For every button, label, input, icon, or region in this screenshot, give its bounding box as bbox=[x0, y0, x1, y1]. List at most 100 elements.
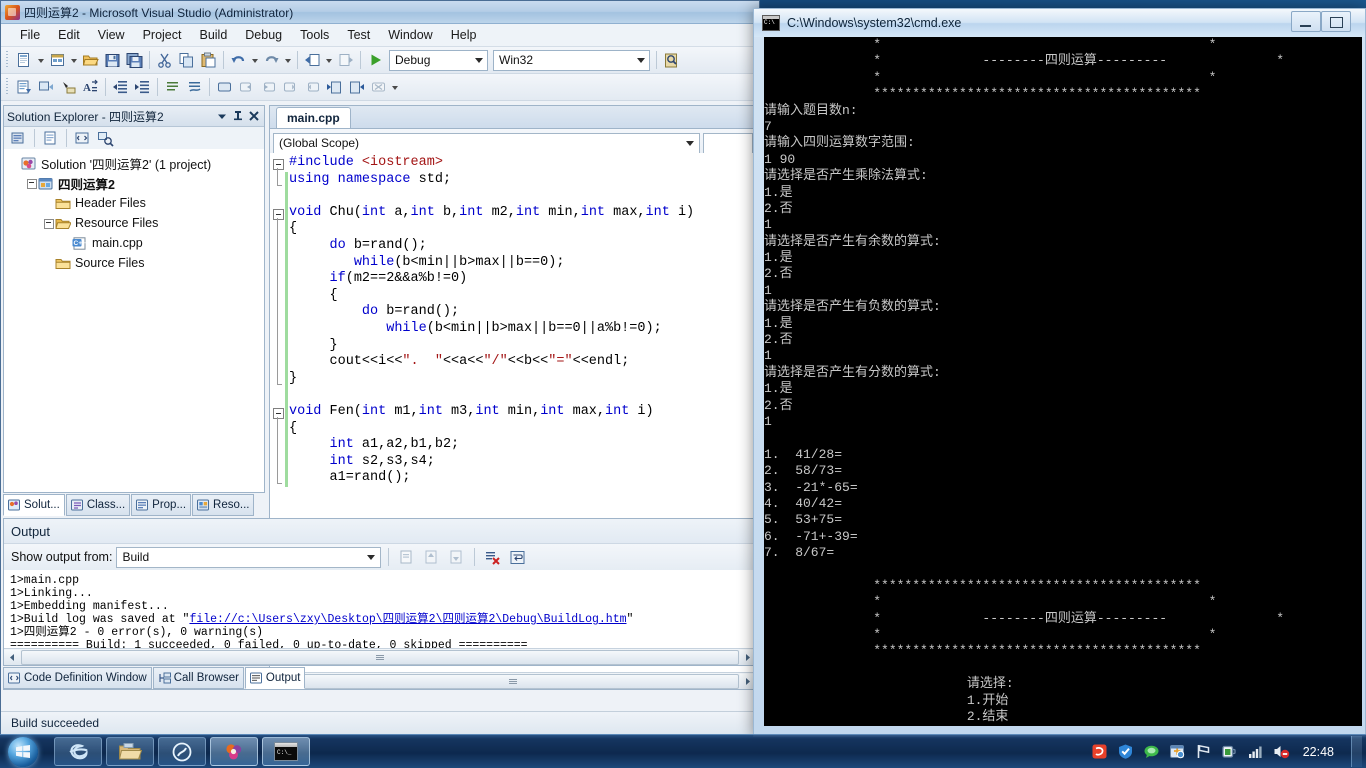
redo-icon[interactable] bbox=[261, 50, 282, 71]
fold-collapse-icon[interactable] bbox=[273, 159, 284, 170]
navigate-forward-icon[interactable] bbox=[335, 50, 356, 71]
minimize-button[interactable] bbox=[1291, 11, 1321, 32]
properties-window-icon[interactable] bbox=[8, 128, 29, 149]
uncomment-selection-icon[interactable] bbox=[184, 77, 205, 98]
previous-bookmark-in-document-icon[interactable] bbox=[324, 77, 345, 98]
scrollbar-thumb[interactable] bbox=[21, 649, 739, 665]
undo-dropdown-icon[interactable] bbox=[250, 50, 260, 71]
view-code-icon[interactable] bbox=[72, 128, 93, 149]
auto-hide-pin-icon[interactable] bbox=[231, 109, 245, 123]
tree-item-5[interactable]: Source Files bbox=[8, 253, 264, 273]
configuration-combo[interactable]: Debug bbox=[389, 49, 488, 71]
member-combo[interactable] bbox=[703, 132, 753, 154]
security-shield-icon[interactable] bbox=[1117, 743, 1134, 760]
paste-icon[interactable] bbox=[198, 50, 219, 71]
parameter-info-icon[interactable] bbox=[58, 77, 79, 98]
next-bookmark-folder-icon[interactable] bbox=[302, 77, 323, 98]
start-button[interactable] bbox=[2, 736, 50, 767]
menu-file[interactable]: File bbox=[11, 25, 49, 45]
tree-item-3[interactable]: Resource Files bbox=[8, 213, 264, 233]
cmd-title-bar[interactable]: C:\Windows\system32\cmd.exe bbox=[754, 9, 1365, 37]
previous-bookmark-icon[interactable] bbox=[236, 77, 257, 98]
complete-word-icon[interactable]: A bbox=[80, 77, 101, 98]
console-output[interactable]: * * * --------四则运算--------- * * * ******… bbox=[764, 37, 1362, 726]
new-project-dropdown-icon[interactable] bbox=[36, 50, 46, 71]
clear-bookmarks-icon[interactable] bbox=[368, 77, 389, 98]
view-class-diagram-icon[interactable] bbox=[95, 128, 116, 149]
taskbar-media-app[interactable] bbox=[158, 737, 206, 766]
copy-icon[interactable] bbox=[176, 50, 197, 71]
new-project-icon[interactable] bbox=[14, 50, 35, 71]
navigate-backward-icon[interactable] bbox=[302, 50, 323, 71]
close-icon[interactable] bbox=[247, 109, 261, 123]
add-new-item-dropdown-icon[interactable] bbox=[69, 50, 79, 71]
add-new-item-icon[interactable] bbox=[47, 50, 68, 71]
toggle-bookmark-icon[interactable] bbox=[214, 77, 235, 98]
tree-collapse-icon[interactable] bbox=[25, 177, 38, 190]
scope-combo[interactable]: (Global Scope) bbox=[273, 132, 700, 154]
fold-collapse-icon[interactable] bbox=[273, 208, 284, 220]
menu-view[interactable]: View bbox=[89, 25, 134, 45]
platform-combo[interactable]: Win32 bbox=[493, 49, 650, 71]
dock-tab-solut[interactable]: Solut... bbox=[3, 494, 65, 516]
scroll-left-icon[interactable] bbox=[4, 649, 20, 665]
go-to-next-message-icon[interactable] bbox=[446, 547, 467, 568]
menu-build[interactable]: Build bbox=[190, 25, 236, 45]
build-log-link[interactable]: file://c:\Users\zxy\Desktop\四则运算2\四则运算2\… bbox=[189, 613, 626, 626]
chat-icon[interactable] bbox=[1143, 743, 1160, 760]
redo-dropdown-icon[interactable] bbox=[283, 50, 293, 71]
toolbar-grip[interactable] bbox=[5, 78, 11, 96]
tree-item-0[interactable]: Solution '四则运算2' (1 project) bbox=[8, 153, 264, 173]
tree-item-4[interactable]: C++ main.cpp bbox=[8, 233, 264, 253]
bottom-tab-callbrowser[interactable]: Call Browser bbox=[152, 667, 244, 689]
dock-tab-prop[interactable]: Prop... bbox=[131, 494, 192, 516]
menu-debug[interactable]: Debug bbox=[236, 25, 291, 45]
quick-info-icon[interactable] bbox=[36, 77, 57, 98]
toolbar-grip[interactable] bbox=[5, 51, 11, 69]
output-horizontal-scrollbar[interactable] bbox=[4, 648, 756, 665]
network-icon[interactable] bbox=[1247, 743, 1264, 760]
find-in-files-icon[interactable] bbox=[661, 50, 682, 71]
previous-bookmark-folder-icon[interactable] bbox=[280, 77, 301, 98]
sogou-input-icon[interactable] bbox=[1091, 743, 1108, 760]
save-all-icon[interactable] bbox=[124, 50, 145, 71]
taskbar-internet-explorer[interactable] bbox=[54, 737, 102, 766]
menu-help[interactable]: Help bbox=[442, 25, 486, 45]
taskbar-cmd-console[interactable]: C:\_ bbox=[262, 737, 310, 766]
find-message-icon[interactable] bbox=[396, 547, 417, 568]
taskbar-windows-explorer[interactable] bbox=[106, 737, 154, 766]
maximize-button[interactable] bbox=[1321, 11, 1351, 32]
toggle-word-wrap-icon[interactable] bbox=[507, 547, 528, 568]
fold-collapse-icon[interactable] bbox=[273, 408, 284, 419]
bottom-tab-codedefinitionwindow[interactable]: Code Definition Window bbox=[3, 667, 152, 689]
bottom-tab-output[interactable]: Output bbox=[244, 667, 306, 689]
solution-tree[interactable]: Solution '四则运算2' (1 project) 四则运算2 Header … bbox=[4, 149, 264, 492]
cut-icon[interactable] bbox=[154, 50, 175, 71]
flag-icon[interactable] bbox=[1195, 743, 1212, 760]
menu-project[interactable]: Project bbox=[134, 25, 191, 45]
volume-muted-icon[interactable] bbox=[1273, 743, 1290, 760]
next-bookmark-icon[interactable] bbox=[258, 77, 279, 98]
save-icon[interactable] bbox=[102, 50, 123, 71]
clear-all-icon[interactable] bbox=[482, 547, 503, 568]
update-icon[interactable] bbox=[1169, 743, 1186, 760]
show-all-files-icon[interactable] bbox=[40, 128, 61, 149]
toolbar-overflow-icon[interactable] bbox=[390, 77, 400, 98]
undo-icon[interactable] bbox=[228, 50, 249, 71]
display-intellisense-icon[interactable] bbox=[14, 77, 35, 98]
decrease-indent-icon[interactable] bbox=[110, 77, 131, 98]
dock-tab-class[interactable]: Class... bbox=[65, 494, 131, 516]
output-source-combo[interactable]: Build bbox=[116, 546, 382, 568]
tree-item-1[interactable]: 四则运算2 bbox=[8, 173, 264, 193]
dock-tab-reso[interactable]: Reso... bbox=[192, 494, 255, 516]
increase-indent-icon[interactable] bbox=[132, 77, 153, 98]
show-desktop-button[interactable] bbox=[1351, 736, 1362, 767]
next-bookmark-in-document-icon[interactable] bbox=[346, 77, 367, 98]
comment-selection-icon[interactable] bbox=[162, 77, 183, 98]
menu-test[interactable]: Test bbox=[338, 25, 379, 45]
menu-edit[interactable]: Edit bbox=[49, 25, 89, 45]
menu-tools[interactable]: Tools bbox=[291, 25, 338, 45]
taskbar-clock[interactable]: 22:48 bbox=[1303, 745, 1334, 759]
power-icon[interactable] bbox=[1221, 743, 1238, 760]
output-line-4[interactable]: 1>Build log was saved at "file://c:\User… bbox=[10, 613, 756, 626]
